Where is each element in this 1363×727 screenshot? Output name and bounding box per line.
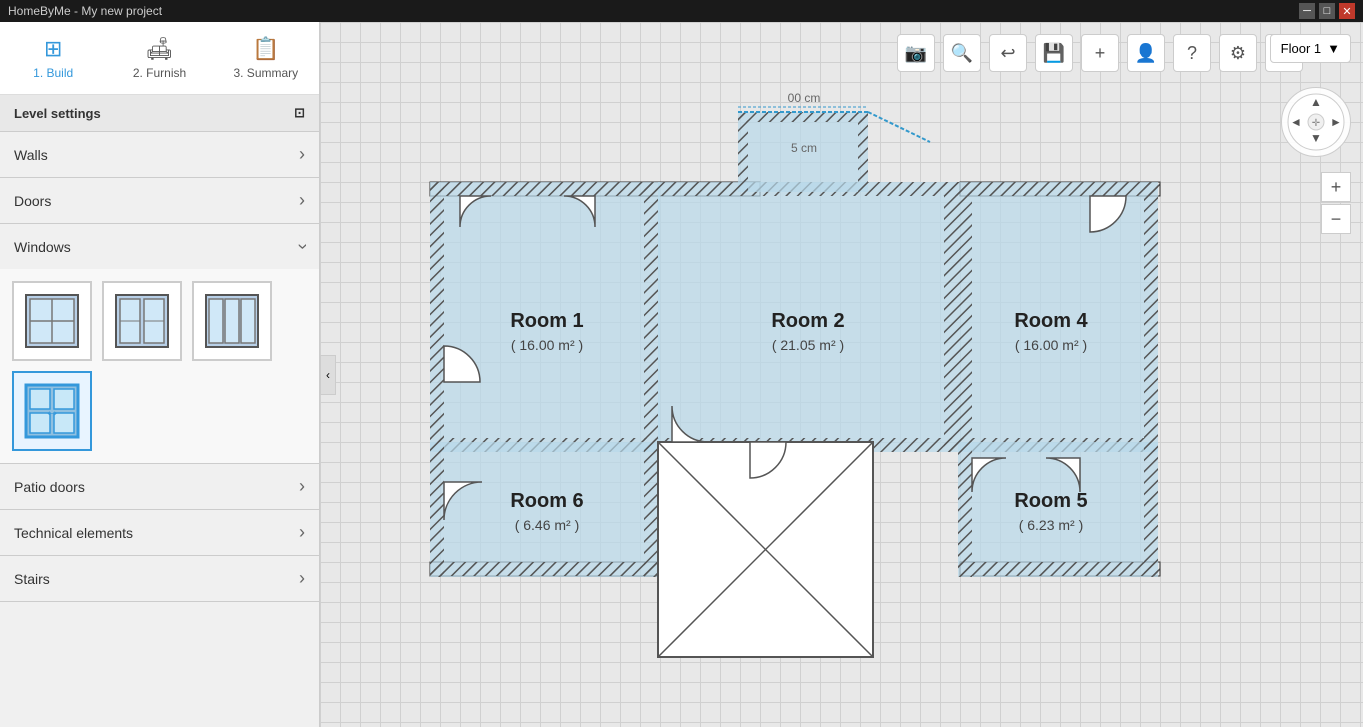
camera-icon: 📷 (905, 43, 927, 64)
title-text: HomeByMe - My new project (8, 4, 162, 18)
walls-header[interactable]: Walls (0, 132, 319, 177)
room4-area: ( 16.00 m² ) (1015, 337, 1087, 353)
svg-text:✛: ✛ (1312, 118, 1320, 129)
sidebar: ⊞ 1. Build 🛋 2. Furnish 📋 3. Summary Lev… (0, 22, 320, 727)
patio-doors-header[interactable]: Patio doors (0, 464, 319, 509)
technical-elements-arrow-icon (299, 522, 305, 543)
windows-section: Windows (0, 224, 319, 464)
window-type-1[interactable] (12, 281, 92, 361)
add-icon: + (1095, 43, 1106, 64)
doors-label: Doors (14, 193, 51, 209)
dim-top-width: 00 cm (788, 91, 821, 105)
main-layout: ⊞ 1. Build 🛋 2. Furnish 📋 3. Summary Lev… (0, 22, 1363, 727)
nav-build[interactable]: ⊞ 1. Build (0, 30, 106, 86)
save-icon: 💾 (1043, 43, 1065, 64)
svg-text:►: ► (1330, 115, 1342, 129)
room4-label: Room 4 (1014, 310, 1088, 332)
camera-button[interactable]: 📷 (897, 34, 935, 72)
navigation-compass[interactable]: ▲ ▼ ◄ ► ✛ (1281, 87, 1351, 157)
windows-header[interactable]: Windows (0, 224, 319, 269)
doors-header[interactable]: Doors (0, 178, 319, 223)
room5-area: ( 6.23 m² ) (1019, 517, 1084, 533)
top-navigation: ⊞ 1. Build 🛋 2. Furnish 📋 3. Summary (0, 22, 319, 95)
room2-area: ( 21.05 m² ) (772, 337, 844, 353)
technical-elements-header[interactable]: Technical elements (0, 510, 319, 555)
toolbar: 📷 🔍 ↩ 💾 + 👤 ? ⚙ 🏠 (897, 34, 1303, 72)
level-settings[interactable]: Level settings ⊡ (0, 95, 319, 132)
settings-icon: ⚙ (1230, 43, 1246, 64)
stairs-section: Stairs (0, 556, 319, 602)
room6-area: ( 6.46 m² ) (515, 517, 580, 533)
stairs-arrow-icon (299, 568, 305, 589)
canvas-area[interactable]: ‹ 📷 🔍 ↩ 💾 + 👤 ? (320, 22, 1363, 727)
window-type-2[interactable] (102, 281, 182, 361)
furnish-icon: 🛋 (146, 36, 174, 62)
search-icon: 🔍 (951, 43, 973, 64)
summary-icon: 📋 (252, 36, 279, 62)
undo-icon: ↩ (1000, 43, 1015, 64)
nav-build-label: 1. Build (33, 66, 73, 80)
window-controls: ─ □ ✕ (1299, 3, 1355, 19)
technical-elements-section: Technical elements (0, 510, 319, 556)
nav-furnish-label: 2. Furnish (133, 66, 186, 80)
svg-text:◄: ◄ (1290, 115, 1302, 129)
room1-label: Room 1 (510, 310, 583, 332)
level-settings-label: Level settings (14, 106, 101, 121)
room6-label: Room 6 (510, 490, 583, 512)
settings-button[interactable]: ⚙ (1219, 34, 1257, 72)
windows-content: ↔ (0, 269, 319, 463)
windows-arrow-icon (299, 236, 305, 257)
patio-doors-label: Patio doors (14, 479, 85, 495)
window-type-4[interactable]: ↔ (12, 371, 92, 451)
zoom-in-button[interactable]: + (1321, 172, 1351, 202)
svg-text:▼: ▼ (1310, 131, 1322, 145)
floor-selector-icon: ▼ (1327, 41, 1340, 56)
titlebar: HomeByMe - My new project ─ □ ✕ (0, 0, 1363, 22)
dim-top-height: 5 cm (791, 141, 817, 155)
svg-text:↔: ↔ (44, 403, 60, 420)
help-icon: ? (1187, 43, 1197, 64)
floor-plan: 00 cm 5 cm Room 1 ( 16.00 m² ) Room 2 ( … (400, 72, 1180, 672)
close-button[interactable]: ✕ (1339, 3, 1355, 19)
build-icon: ⊞ (44, 36, 62, 62)
help-button[interactable]: ? (1173, 34, 1211, 72)
search-button[interactable]: 🔍 (943, 34, 981, 72)
room2-label: Room 2 (771, 310, 844, 332)
minimize-button[interactable]: ─ (1299, 3, 1315, 19)
room1-area: ( 16.00 m² ) (511, 337, 583, 353)
level-settings-icon: ⊡ (294, 105, 305, 121)
patio-doors-arrow-icon (299, 476, 305, 497)
nav-summary[interactable]: 📋 3. Summary (213, 30, 319, 86)
nav-furnish[interactable]: 🛋 2. Furnish (106, 30, 212, 86)
doors-arrow-icon (299, 190, 305, 211)
walls-section: Walls (0, 132, 319, 178)
patio-doors-section: Patio doors (0, 464, 319, 510)
doors-section: Doors (0, 178, 319, 224)
collapse-sidebar-button[interactable]: ‹ (320, 355, 336, 395)
floor-selector-label: Floor 1 (1281, 41, 1321, 56)
nav-summary-label: 3. Summary (233, 66, 298, 80)
technical-elements-label: Technical elements (14, 525, 133, 541)
stairs-header[interactable]: Stairs (0, 556, 319, 601)
zoom-out-button[interactable]: − (1321, 204, 1351, 234)
person-icon: 👤 (1135, 43, 1157, 64)
room5-label: Room 5 (1014, 490, 1087, 512)
save-button[interactable]: 💾 (1035, 34, 1073, 72)
walls-arrow-icon (299, 144, 305, 165)
windows-label: Windows (14, 239, 71, 255)
window-type-3[interactable] (192, 281, 272, 361)
add-button[interactable]: + (1081, 34, 1119, 72)
person-button[interactable]: 👤 (1127, 34, 1165, 72)
stairs-label: Stairs (14, 571, 50, 587)
walls-label: Walls (14, 147, 48, 163)
maximize-button[interactable]: □ (1319, 3, 1335, 19)
floor-selector[interactable]: Floor 1 ▼ (1270, 34, 1351, 63)
undo-button[interactable]: ↩ (989, 34, 1027, 72)
zoom-controls: + − (1321, 172, 1351, 234)
svg-text:▲: ▲ (1310, 95, 1322, 109)
